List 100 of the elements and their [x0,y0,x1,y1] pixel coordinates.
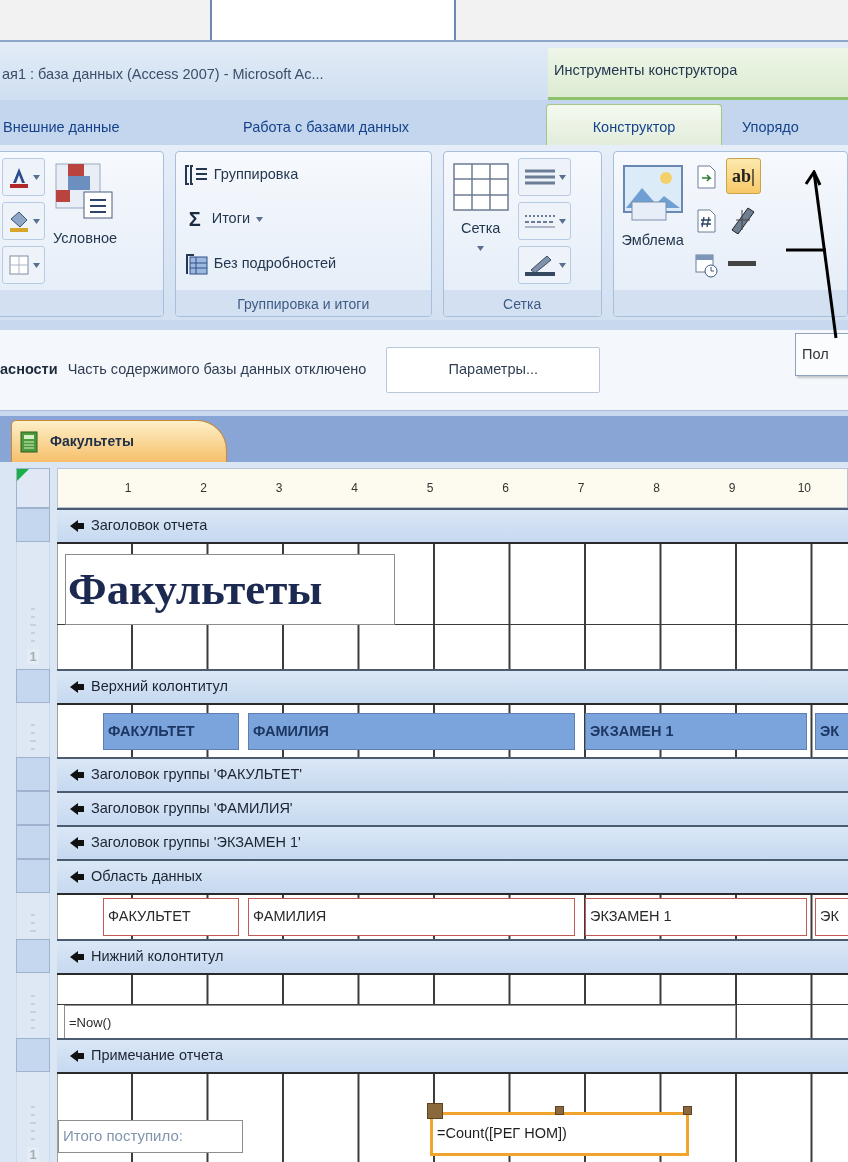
ribbon-tab[interactable]: Конструктор [546,104,722,145]
ribbon-tab[interactable]: Работа с базами данных [215,100,546,145]
expression-field[interactable]: =Now() [64,1005,736,1038]
resize-handle[interactable] [554,1106,564,1115]
ribbon-tab[interactable]: Упорядо [722,100,848,145]
window-title: ая1 : база данных (Access 2007) - Microsoft Ac... [1,65,325,84]
caret-icon [558,174,566,180]
ribbon-button[interactable]: Σ Итоги [181,198,339,240]
column-label[interactable]: ФАМИЛИЯ [248,713,575,750]
section-bar[interactable]: Заголовок группы 'ФАКУЛЬТЕТ' [57,757,848,791]
caret-icon [33,262,40,268]
text-field[interactable]: ЭКЗАМЕН 1 [585,898,807,936]
text-field[interactable]: ФАМИЛИЯ [248,898,575,936]
section-title: Заголовок группы 'ФАКУЛЬТЕТ' [91,765,302,785]
section-bar[interactable]: Примечание отчета [57,1038,848,1072]
ruler-number: 2 [199,480,208,497]
section-title: Верхний колонтитул [91,677,228,697]
section-selector[interactable] [16,1038,50,1072]
options-button[interactable]: Параметры... [386,347,601,393]
section-selector[interactable] [16,791,50,825]
tooltip: Пол [795,333,848,376]
ruler-number: 1 [27,1147,39,1162]
ribbon-button[interactable]: Без подробностей [181,246,339,282]
text-field[interactable]: ФАКУЛЬТЕТ [103,898,239,936]
section-bar[interactable]: Заголовок отчета [57,508,848,542]
border-icon [7,253,31,277]
text-box-tool-button[interactable]: ab| [725,158,761,194]
text-field[interactable]: ЭК [815,898,848,936]
ruler-number: 10 [796,480,812,497]
column-label[interactable]: ЭКЗАМЕН 1 [585,713,807,750]
section-marker-icon [69,680,85,694]
section-selector[interactable] [16,508,50,542]
ruler-number: 3 [274,480,284,497]
document-tab[interactable]: Факультеты [11,420,227,462]
column-label[interactable]: ЭК [815,713,848,750]
ribbon-button[interactable]: Эмблема [619,158,686,256]
ribbon-tab[interactable]: Внешние данные [0,100,215,145]
section-title: Нижний колонтитул [91,947,224,967]
section-marker-icon [69,950,85,964]
section-marker-icon [69,1049,85,1063]
caret-icon [33,218,40,224]
caret-icon [558,218,566,224]
section-selector[interactable] [16,859,50,893]
grid-icon [451,162,510,212]
section-title: Примечание отчета [91,1046,224,1066]
ruler-ticks [29,723,37,753]
ruler-number: 7 [576,480,586,497]
section-selector[interactable] [16,939,50,973]
ruler-number: 1 [27,649,39,665]
dropdown-button[interactable] [2,158,45,196]
tab-label: Факультеты [50,432,134,451]
line-width-icon [522,167,557,187]
section-title: Заголовок группы 'ФАМИЛИЯ' [91,799,293,819]
ruler-number: 5 [425,480,435,497]
section-bar[interactable]: Область данных [57,859,848,893]
section-selector[interactable] [16,825,50,859]
section-selector[interactable] [16,757,50,791]
dropdown-button[interactable] [517,158,571,196]
ruler-number: 9 [727,480,737,497]
corner-marker-icon [17,469,29,481]
select-report-button[interactable] [16,468,50,508]
table-icon [183,252,208,276]
message-bar-text: Часть содержимого базы данных отключено [67,360,367,380]
column-label[interactable]: ФАКУЛЬТЕТ [103,713,239,750]
line-icon [727,260,756,266]
group-label: Группировка и итоги [175,290,431,316]
dropdown-button[interactable] [2,202,45,240]
section-marker-icon [69,802,85,816]
ruler-number: 1 [123,480,133,497]
expression-field[interactable]: =Count([РЕГ НОМ]) [430,1112,689,1156]
ribbon-button[interactable]: Сетка [449,158,512,255]
ruler-ticks [29,913,37,935]
section-bar[interactable]: Нижний колонтитул [57,939,848,973]
ribbon-button[interactable]: Группировка [181,158,339,192]
section-bar[interactable]: Верхний колонтитул [57,669,848,703]
section-marker-icon [69,519,85,533]
dropdown-button[interactable] [517,202,571,240]
caret-icon [33,174,40,180]
section-title: Заголовок группы 'ЭКЗАМЕН 1' [91,833,301,853]
pen-icon [522,254,557,276]
section-title: Область данных [91,867,203,887]
calendar-clock-icon [693,252,718,278]
section-bar[interactable]: Заголовок группы 'ЭКЗАМЕН 1' [57,825,848,859]
report-icon [20,430,38,453]
section-bar[interactable]: Заголовок группы 'ФАМИЛИЯ' [57,791,848,825]
ribbon-button[interactable]: Условное [51,158,120,254]
resize-handle[interactable] [683,1106,692,1115]
move-handle[interactable] [427,1103,443,1119]
report-title[interactable]: Факультеты [65,554,395,625]
ruler-number: 6 [501,480,510,497]
colored-grid-icon [54,162,116,222]
fill-bucket-icon [7,209,31,233]
section-selector[interactable] [16,669,50,703]
caret-icon [558,262,566,268]
dropdown-button[interactable] [517,246,571,284]
ruler-number: 8 [652,480,661,497]
grouping-icon [183,164,208,186]
section-marker-icon [69,870,85,884]
image-icon [621,162,684,224]
group-label: Сетка [443,290,601,316]
